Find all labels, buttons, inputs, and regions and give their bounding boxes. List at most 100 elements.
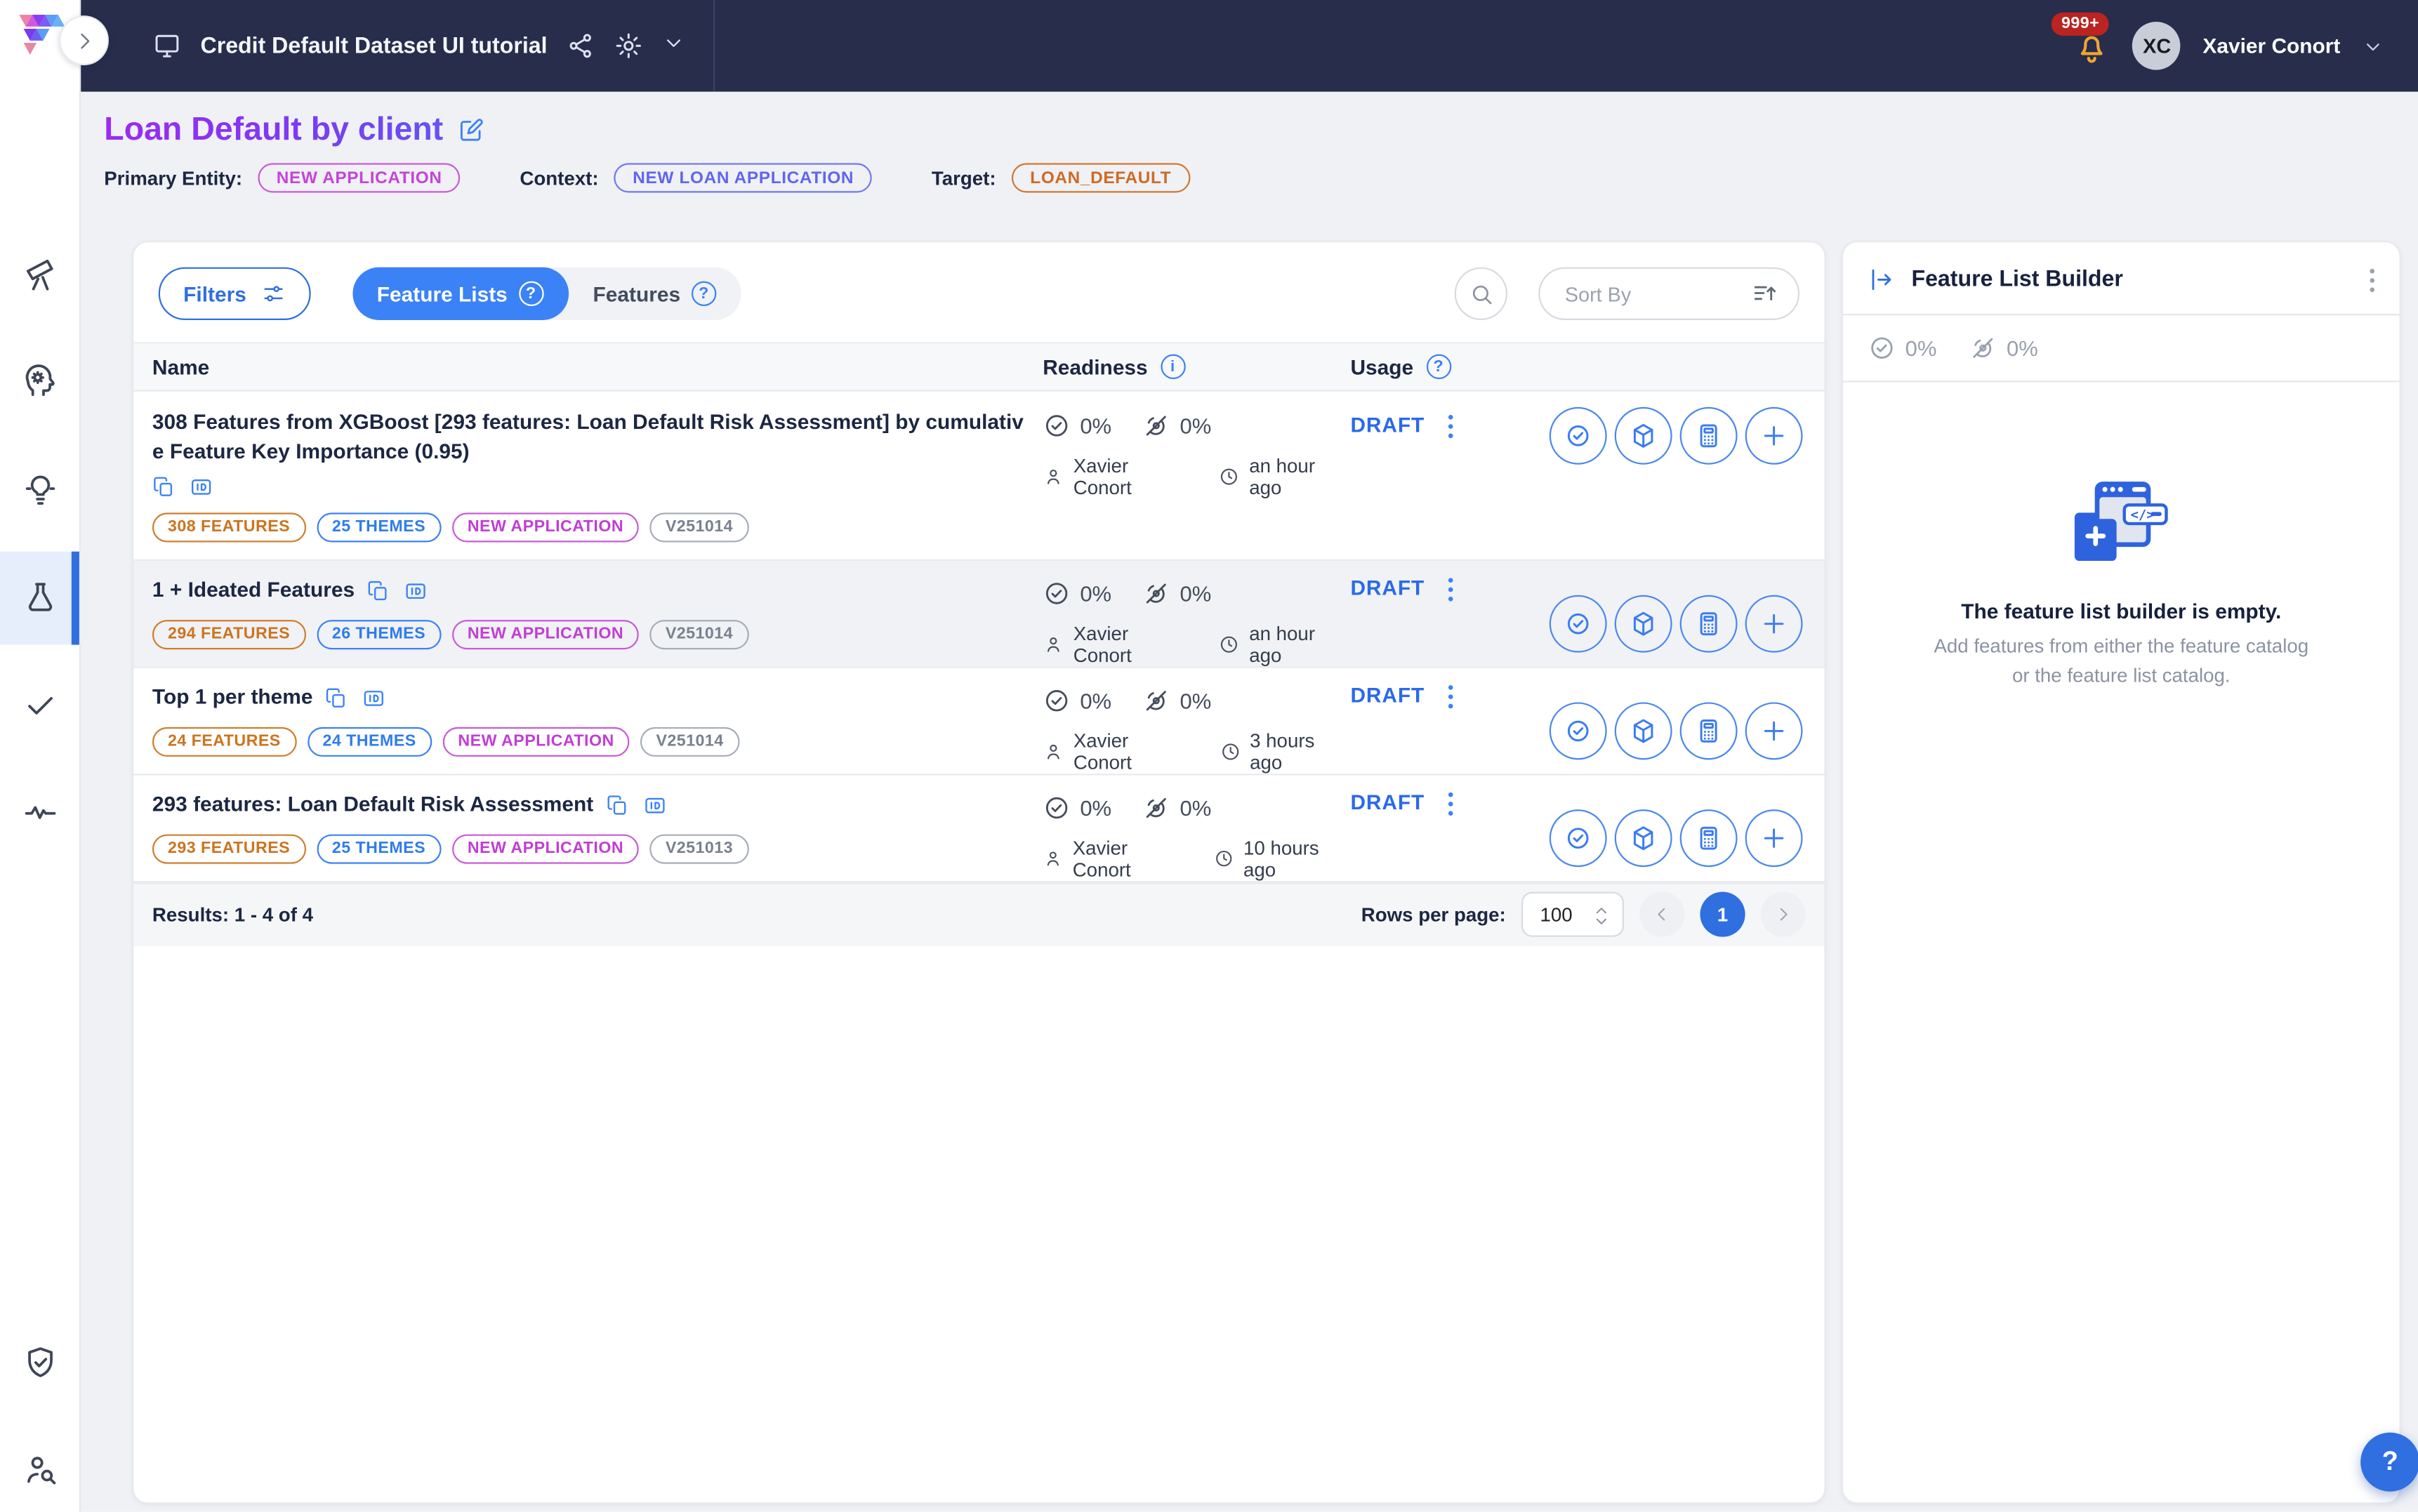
version-badge: V251014 (650, 619, 748, 649)
features-count-badge: 24 FEATURES (152, 727, 296, 756)
table-row[interactable]: Top 1 per theme 24 FEATURES 24 THEMES NE… (133, 668, 1824, 775)
monitor-icon (152, 31, 182, 60)
deploy-cube-button[interactable] (1615, 703, 1672, 760)
user-menu-chevron-down-icon[interactable] (2362, 35, 2384, 57)
avatar[interactable]: XC (2133, 22, 2181, 70)
version-badge: V251013 (650, 834, 748, 863)
tab-feature-lists[interactable]: Feature Lists ? (352, 267, 568, 320)
compute-calculator-button[interactable] (1680, 703, 1738, 760)
compute-calculator-button[interactable] (1680, 595, 1738, 653)
row-menu-kebab-icon[interactable] (1448, 413, 1453, 439)
info-circle-icon[interactable]: i (1160, 354, 1184, 379)
sidebar-item-ai-head-gear-icon[interactable] (22, 362, 59, 399)
readiness-check-circle-icon (1043, 579, 1071, 607)
gear-icon[interactable] (614, 31, 644, 60)
empty-state-title: The feature list builder is empty. (1961, 599, 2281, 623)
readiness-seal-check-button[interactable] (1550, 595, 1607, 653)
copy-icon[interactable] (606, 793, 629, 816)
add-to-builder-plus-button[interactable] (1745, 810, 1803, 868)
filters-button[interactable]: Filters (159, 267, 310, 320)
page-number-button[interactable]: 1 (1700, 892, 1745, 937)
results-count: Results: 1 - 4 of 4 (152, 904, 313, 926)
row-menu-kebab-icon[interactable] (1448, 576, 1453, 602)
clock-icon (1219, 466, 1240, 488)
clock-icon (1219, 741, 1240, 762)
row-menu-kebab-icon[interactable] (1448, 683, 1453, 708)
edit-title-pencil-icon[interactable] (457, 117, 485, 145)
sidebar-expand-chevron-button[interactable] (59, 15, 109, 65)
context-label: Context: (520, 167, 598, 189)
compute-calculator-button[interactable] (1680, 810, 1738, 868)
add-to-builder-plus-button[interactable] (1745, 595, 1803, 653)
readiness-seal-check-button[interactable] (1550, 810, 1607, 868)
builder-menu-kebab-icon[interactable] (2370, 267, 2375, 292)
row-menu-kebab-icon[interactable] (1448, 790, 1453, 816)
sidebar-item-users-user-search-icon[interactable] (22, 1451, 59, 1488)
clock-icon (1214, 848, 1234, 870)
online-disabled-icon (1142, 687, 1170, 715)
share-icon[interactable] (566, 31, 595, 60)
id-icon[interactable] (188, 475, 215, 498)
question-circle-icon[interactable]: ? (1426, 354, 1451, 379)
themes-count-badge: 25 THEMES (317, 512, 441, 542)
rows-per-page-select[interactable]: 100 (1521, 892, 1624, 937)
next-page-button[interactable] (1761, 892, 1806, 937)
stepper-chevrons-icon (1592, 905, 1612, 928)
row-author: Xavier Conort (1073, 837, 1185, 881)
copy-icon[interactable] (325, 687, 348, 710)
copy-icon[interactable] (367, 579, 390, 602)
readiness-check-circle-icon (1043, 687, 1071, 715)
deploy-cube-button[interactable] (1615, 595, 1672, 653)
context-badge: NEW LOAN APPLICATION (614, 163, 873, 192)
app: Credit Default Dataset UI tutorial 999+ … (0, 0, 2418, 1512)
search-button[interactable] (1455, 267, 1507, 320)
entity-badge: NEW APPLICATION (452, 512, 640, 542)
target-badge: LOAN_DEFAULT (1012, 163, 1190, 192)
project-title[interactable]: Credit Default Dataset UI tutorial (201, 34, 548, 58)
sidebar-item-monitor-activity-icon[interactable] (22, 793, 59, 830)
notifications-bell-icon[interactable]: 999+ (2074, 26, 2111, 67)
sidebar-item-governance-shield-check-icon[interactable] (22, 1344, 59, 1381)
table-row[interactable]: 308 Features from XGBoost [293 features:… (133, 392, 1824, 561)
sidebar-item-explore-telescope-icon[interactable] (22, 256, 59, 293)
feature-list-builder-panel: Feature List Builder 0% 0% (1842, 241, 2401, 1504)
table-row[interactable]: 293 features: Loan Default Risk Assessme… (133, 775, 1824, 882)
add-to-builder-plus-button[interactable] (1745, 703, 1803, 760)
builder-stats: 0% 0% (1843, 315, 2399, 382)
sidebar-item-approve-check-icon[interactable] (22, 685, 59, 722)
column-readiness: Readiness i (1043, 354, 1350, 379)
compute-calculator-button[interactable] (1680, 407, 1738, 465)
online-disabled-icon (1969, 334, 1997, 362)
row-updated: an hour ago (1249, 623, 1350, 666)
copy-icon[interactable] (152, 475, 176, 498)
sort-icon (1752, 279, 1780, 307)
feature-list-name: 308 Features from XGBoost [293 features:… (152, 409, 1032, 467)
project-menu-chevron-down-icon[interactable] (662, 31, 685, 60)
features-count-badge: 293 FEATURES (152, 834, 305, 863)
sidebar-active-bar (72, 552, 79, 645)
deploy-cube-button[interactable] (1615, 810, 1672, 868)
sidebar-item-ideate-lightbulb-icon[interactable] (22, 471, 59, 508)
id-icon[interactable] (403, 579, 430, 602)
help-button[interactable]: ? (2360, 1433, 2418, 1492)
id-icon[interactable] (642, 793, 668, 816)
notifications-count-badge: 999+ (2052, 12, 2109, 35)
arrow-bar-right-icon (1868, 265, 1896, 293)
target-label: Target: (932, 167, 996, 189)
table-row[interactable]: 1 + Ideated Features 294 FEATURES 26 THE… (133, 561, 1824, 668)
deploy-cube-button[interactable] (1615, 407, 1672, 465)
add-to-builder-plus-button[interactable] (1745, 407, 1803, 465)
id-icon[interactable] (361, 687, 388, 710)
sidebar-item-experiment-flask-icon[interactable] (22, 580, 59, 617)
main-content: Loan Default by client Primary Entity: N… (81, 92, 2418, 1512)
tab-features[interactable]: Features ? (568, 267, 741, 320)
previous-page-button[interactable] (1639, 892, 1684, 937)
entity-badge: NEW APPLICATION (452, 834, 640, 863)
user-name: Xavier Conort (2202, 34, 2340, 58)
readiness-seal-check-button[interactable] (1550, 703, 1607, 760)
empty-builder-illustration-icon: </> (2073, 479, 2169, 566)
readiness-seal-check-button[interactable] (1550, 407, 1607, 465)
features-count-badge: 308 FEATURES (152, 512, 305, 542)
readiness-check-circle-icon (1043, 794, 1071, 822)
column-usage: Usage ? (1350, 354, 1547, 379)
